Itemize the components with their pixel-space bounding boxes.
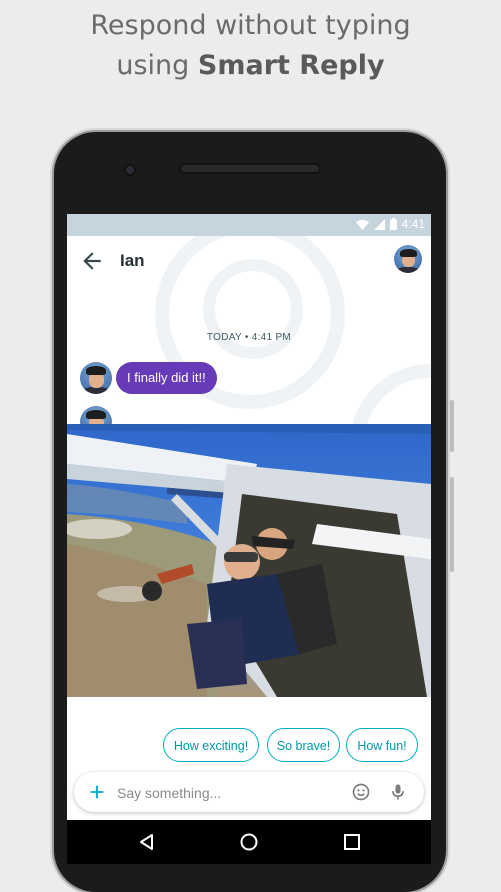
emoji-icon[interactable] [351, 782, 371, 802]
volume-button [450, 400, 454, 452]
status-bar: 4:41 [67, 214, 431, 236]
message-timestamp: TODAY • 4:41 PM [206, 332, 292, 343]
system-nav-bar [67, 820, 431, 864]
skydiving-photo[interactable] [67, 424, 431, 697]
nav-back-icon[interactable] [137, 832, 157, 852]
wifi-icon [355, 219, 369, 230]
status-time: 4:41 [401, 217, 425, 231]
smart-reply-chip[interactable]: How fun! [346, 728, 418, 762]
headline-line-1: Respond without typing [90, 10, 411, 41]
cell-signal-icon [373, 218, 385, 230]
contact-name: Ian [120, 251, 145, 270]
message-input[interactable] [115, 772, 349, 814]
sender-avatar [80, 362, 112, 394]
plus-icon[interactable] [86, 781, 108, 803]
headline-line-2: using Smart Reply [0, 46, 501, 86]
photo-illustration [67, 424, 431, 697]
message-bubble[interactable]: I finally did it!! [116, 362, 217, 394]
headline-line-2-prefix: using [116, 50, 198, 81]
battery-icon [389, 218, 397, 230]
microphone-icon[interactable] [388, 781, 408, 803]
headline-brand: Smart Reply [197, 50, 385, 81]
smart-reply-chip[interactable]: So brave! [267, 728, 340, 762]
smart-reply-chip[interactable]: How exciting! [163, 728, 259, 762]
power-button [450, 477, 454, 572]
back-arrow-icon[interactable] [79, 248, 105, 274]
earpiece-speaker [179, 163, 321, 174]
nav-home-icon[interactable] [239, 832, 259, 852]
app-bar: Ian [67, 236, 431, 288]
smart-reply-chips: How exciting! So brave! How fun! [67, 728, 431, 764]
nav-recents-icon[interactable] [342, 832, 362, 852]
compose-bar [74, 772, 424, 814]
front-camera [124, 164, 136, 176]
contact-avatar[interactable] [394, 245, 422, 273]
headline: Respond without typing using Smart Reply [0, 6, 501, 86]
phone-screen: 4:41 Ian TODAY • 4:41 PM I finally did i… [67, 214, 431, 864]
